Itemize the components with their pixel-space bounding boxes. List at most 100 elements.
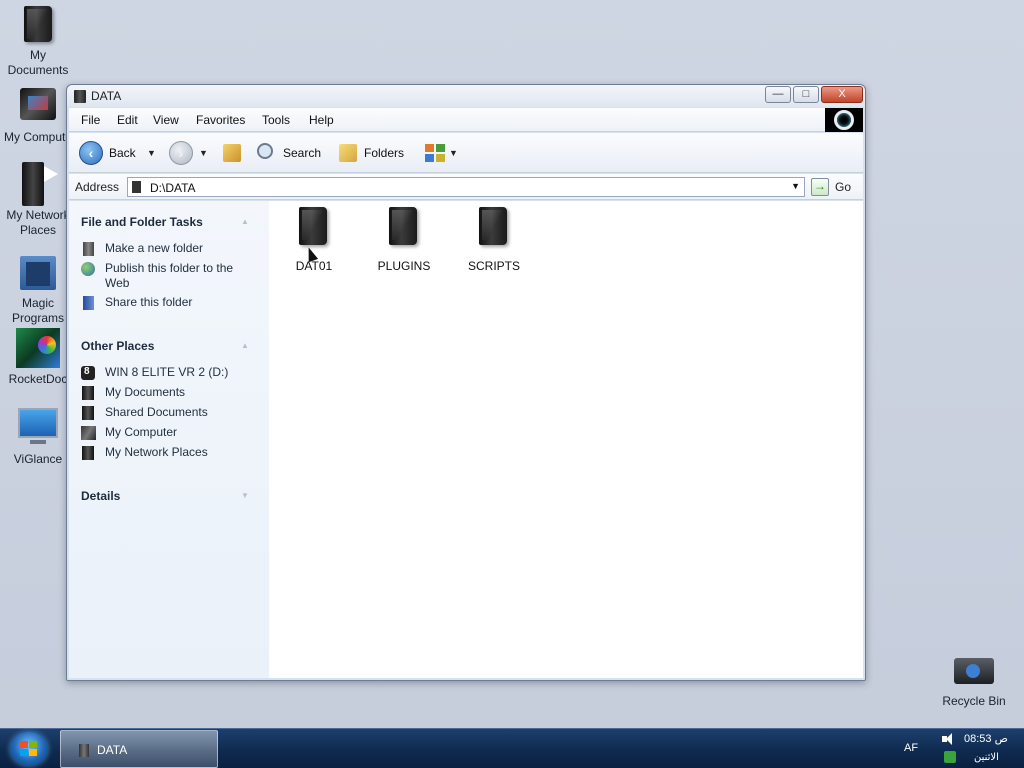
start-button[interactable] xyxy=(10,732,48,766)
rocketdock-icon xyxy=(16,326,60,370)
file-folder-tasks-heading[interactable]: File and Folder Tasks xyxy=(81,215,203,229)
monitor-icon xyxy=(16,406,60,450)
folder-item[interactable]: SCRIPTS xyxy=(449,207,539,273)
back-button[interactable]: ‹ Back ▼ xyxy=(79,141,156,165)
desktop-icon-label: My Compute xyxy=(3,130,73,144)
maximize-button[interactable]: □ xyxy=(793,86,819,103)
menu-tools[interactable]: Tools xyxy=(262,113,290,127)
place-my-network-places[interactable]: My Network Places xyxy=(105,445,255,460)
folder-icon xyxy=(74,90,86,103)
desktop-icon-label: RocketDoc xyxy=(8,372,68,386)
place-my-documents[interactable]: My Documents xyxy=(105,385,255,400)
close-button[interactable]: X xyxy=(821,86,863,103)
brand-logo xyxy=(825,108,863,132)
desktop-icon-label: My Network Places xyxy=(6,208,70,237)
menu-bar: File Edit View Favorites Tools Help xyxy=(69,108,863,132)
desktop-icon-my-documents[interactable]: My Documents xyxy=(0,2,76,78)
computer-icon xyxy=(81,426,96,440)
search-label: Search xyxy=(283,146,322,160)
desktop-icon-rocketdock[interactable]: RocketDoc xyxy=(0,326,76,387)
clock-time[interactable]: 08:53 ص xyxy=(964,732,1008,745)
back-label: Back xyxy=(109,146,136,160)
taskbar-window-button[interactable]: DATA xyxy=(60,730,218,768)
taskbar-window-label: DATA xyxy=(97,743,128,757)
globe-icon xyxy=(81,262,95,276)
other-places-heading[interactable]: Other Places xyxy=(81,339,154,353)
title-bar[interactable]: DATA — □ X xyxy=(67,85,865,107)
clock-day[interactable]: الاثنين xyxy=(974,752,999,763)
content-area: File and Folder Tasks ▲ Make a new folde… xyxy=(69,201,863,678)
forward-arrow-icon: › xyxy=(169,141,193,165)
dark-folder-icon xyxy=(479,207,509,247)
up-folder-button[interactable] xyxy=(221,141,243,165)
file-list: DAT01 PLUGINS SCRIPTS xyxy=(269,201,863,678)
search-button[interactable]: Search xyxy=(257,141,327,165)
place-shared-documents[interactable]: Shared Documents xyxy=(105,405,255,420)
volume-icon[interactable] xyxy=(942,733,956,745)
menu-view[interactable]: View xyxy=(153,113,179,127)
place-drive-d[interactable]: WIN 8 ELITE VR 2 (D:) xyxy=(105,365,255,380)
dark-folder-icon xyxy=(389,207,419,247)
language-indicator[interactable]: AF xyxy=(904,742,918,754)
task-make-new-folder[interactable]: Make a new folder xyxy=(105,241,255,256)
views-button[interactable]: ▼ xyxy=(425,141,461,165)
folder-name: PLUGINS xyxy=(377,259,431,273)
recycle-bin-icon xyxy=(952,648,996,692)
desktop-icon-label: ViGlance xyxy=(13,452,63,466)
desktop-icon-label: My Documents xyxy=(7,48,69,77)
menu-edit[interactable]: Edit xyxy=(117,113,138,127)
chevron-down-icon[interactable]: ▼ xyxy=(791,181,800,191)
documents-icon xyxy=(82,386,94,400)
folders-icon xyxy=(339,144,357,162)
address-bar: Address D:\DATA ▼ → Go xyxy=(69,174,863,200)
go-arrow-icon[interactable]: → xyxy=(811,178,829,196)
dark-folder-icon xyxy=(16,2,60,46)
folder-item[interactable]: PLUGINS xyxy=(359,207,449,273)
new-folder-icon xyxy=(83,242,94,256)
menu-help[interactable]: Help xyxy=(309,113,334,127)
forward-button[interactable]: › ▼ xyxy=(169,141,209,165)
shared-documents-icon xyxy=(82,406,94,420)
folder-name: SCRIPTS xyxy=(467,259,520,273)
toolbar: ‹ Back ▼ › ▼ Search Folders ▼ xyxy=(69,133,863,173)
details-heading[interactable]: Details xyxy=(81,489,120,503)
desktop-icon-my-computer[interactable]: My Compute xyxy=(0,84,76,145)
address-value: D:\DATA xyxy=(150,181,196,195)
drive-icon xyxy=(132,181,141,193)
dark-folder-icon xyxy=(299,207,329,247)
up-folder-icon xyxy=(223,144,241,162)
task-publish-folder[interactable]: Publish this folder to the Web xyxy=(105,261,255,291)
desktop-icon-magic-programs[interactable]: Magic Programs xyxy=(0,250,76,326)
address-input[interactable]: D:\DATA ▼ xyxy=(127,177,805,197)
desktop-icon-label: Recycle Bin xyxy=(942,694,1006,708)
expand-icon[interactable]: ▼ xyxy=(241,491,249,500)
taskbar: DATA AF 08:53 ص الاثنين xyxy=(0,728,1024,768)
drive-icon xyxy=(81,366,95,380)
task-share-folder[interactable]: Share this folder xyxy=(105,295,255,310)
folders-button[interactable]: Folders xyxy=(339,141,409,165)
explorer-window[interactable]: DATA — □ X File Edit View Favorites Tool… xyxy=(66,84,866,681)
desktop-icon-recycle-bin[interactable]: Recycle Bin xyxy=(936,648,1012,709)
chevron-down-icon[interactable]: ▼ xyxy=(199,141,208,165)
chevron-down-icon[interactable]: ▼ xyxy=(449,141,458,165)
security-shield-icon[interactable] xyxy=(944,751,956,763)
desktop-icon-label: Magic Programs xyxy=(11,296,64,325)
back-arrow-icon: ‹ xyxy=(79,141,103,165)
chevron-down-icon[interactable]: ▼ xyxy=(147,141,156,165)
minimize-button[interactable]: — xyxy=(765,86,791,103)
share-icon xyxy=(83,296,94,310)
computer-icon xyxy=(16,84,60,128)
desktop-icon-viglance[interactable]: ViGlance xyxy=(0,406,76,467)
place-my-computer[interactable]: My Computer xyxy=(105,425,255,440)
collapse-icon[interactable]: ▲ xyxy=(241,341,249,350)
desktop-icon-my-network-places[interactable]: My Network Places xyxy=(0,162,76,238)
folder-item[interactable]: DAT01 xyxy=(269,207,359,273)
menu-favorites[interactable]: Favorites xyxy=(196,113,245,127)
collapse-icon[interactable]: ▲ xyxy=(241,217,249,226)
address-label: Address xyxy=(75,180,120,194)
go-button[interactable]: Go xyxy=(835,180,851,194)
menu-file[interactable]: File xyxy=(81,113,100,127)
folder-name: DAT01 xyxy=(295,259,333,273)
search-icon xyxy=(257,143,273,159)
folders-label: Folders xyxy=(364,146,405,160)
